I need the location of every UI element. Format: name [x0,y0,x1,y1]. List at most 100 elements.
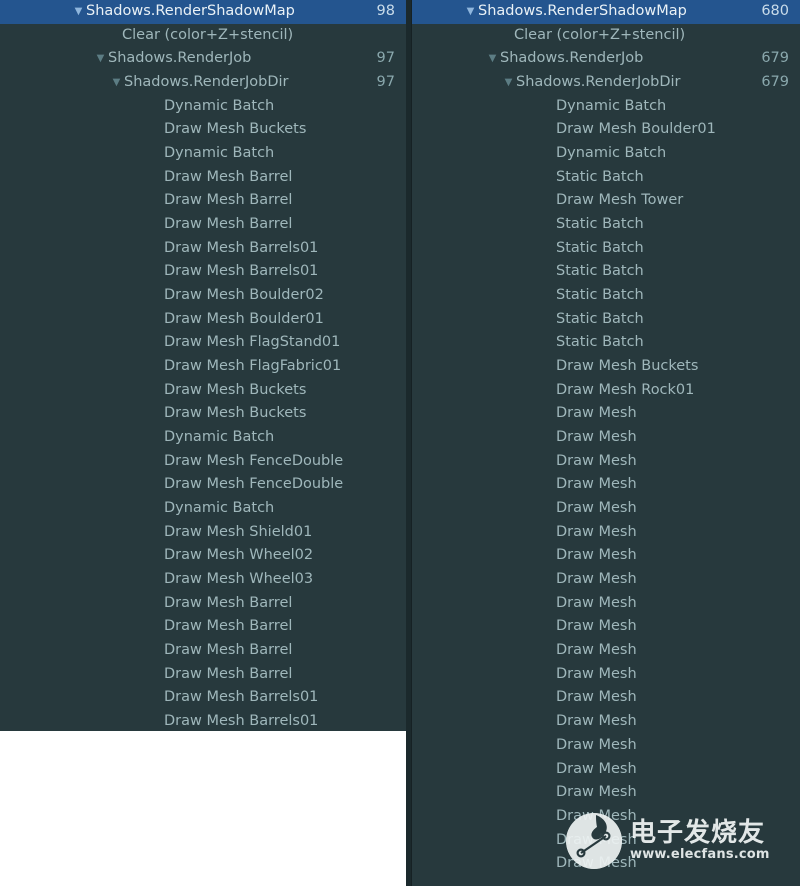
tree-row-label: Draw Mesh Wheel02 [164,547,314,564]
tree-row[interactable]: Draw Mesh [412,639,800,663]
chevron-down-icon[interactable]: ▼ [464,0,477,24]
tree-row[interactable]: Draw Mesh [412,568,800,592]
tree-row[interactable]: Draw Mesh Wheel02 [0,544,406,568]
tree-row[interactable]: Draw Mesh FenceDouble [0,473,406,497]
tree-row[interactable]: Draw Mesh Rock01 [412,379,800,403]
tree-row-label: Draw Mesh Tower [556,192,684,209]
tree-row[interactable]: Clear (color+Z+stencil) [0,24,406,48]
tree-row[interactable]: Draw Mesh Barrels01 [0,260,406,284]
tree-row[interactable]: Dynamic Batch [412,95,800,119]
tree-row[interactable]: Draw Mesh Tower [412,189,800,213]
tree-row-label: Static Batch [556,239,644,256]
tree-row[interactable]: Draw Mesh Barrel [0,166,406,190]
tree-row[interactable]: Dynamic Batch [412,142,800,166]
tree-row-label: Draw Mesh [556,689,637,706]
tree-row[interactable]: Draw Mesh Boulder02 [0,284,406,308]
tree-row[interactable]: Draw Mesh FlagStand01 [0,331,406,355]
tree-row-label: Draw Mesh Barrels01 [164,713,319,730]
tree-row[interactable]: Static Batch [412,284,800,308]
tree-row[interactable]: Static Batch [412,237,800,261]
tree-row[interactable]: Draw Mesh Barrel [0,615,406,639]
tree-row[interactable]: Draw Mesh [412,592,800,616]
tree-row-label: Draw Mesh Boulder01 [556,121,716,138]
tree-row[interactable]: Draw Mesh Barrel [0,639,406,663]
chevron-down-icon[interactable]: ▼ [486,47,499,71]
tree-row[interactable]: Draw Mesh Wheel03 [0,568,406,592]
tree-row-label: Draw Mesh Buckets [556,358,699,375]
tree-row[interactable]: Draw Mesh [412,663,800,687]
tree-row[interactable]: ▼ Shadows.RenderJob 97 [0,47,406,71]
tree-row[interactable]: Draw Mesh [412,544,800,568]
tree-row[interactable]: ▼ Shadows.RenderShadowMap 680 [412,0,800,24]
tree-row[interactable]: Static Batch [412,331,800,355]
tree-row[interactable]: Draw Mesh Shield01 [0,521,406,545]
tree-row[interactable]: Draw Mesh [412,686,800,710]
tree-row[interactable]: Dynamic Batch [0,95,406,119]
tree-row[interactable]: Draw Mesh Buckets [0,402,406,426]
chevron-down-icon[interactable]: ▼ [502,71,515,95]
chevron-down-icon[interactable]: ▼ [72,0,85,24]
tree-row[interactable]: Draw Mesh [412,497,800,521]
left-profiler-panel[interactable]: ▼ Shadows.RenderShadowMap 98 Clear (color+Z… [0,0,406,731]
tree-row[interactable]: ▼ Shadows.RenderJob 679 [412,47,800,71]
chevron-down-icon[interactable]: ▼ [110,71,123,95]
tree-row-label: Shadows.RenderJob [108,50,252,67]
tree-row[interactable]: Clear (color+Z+stencil) [412,24,800,48]
tree-row-label: Draw Mesh FenceDouble [164,452,344,469]
tree-row[interactable]: Draw Mesh [412,710,800,734]
tree-row[interactable]: Draw Mesh Barrel [0,213,406,237]
tree-row-label: Draw Mesh Barrel [164,665,293,682]
tree-row-label: Dynamic Batch [164,97,275,114]
tree-row[interactable]: Static Batch [412,213,800,237]
tree-row[interactable]: Draw Mesh Barrel [0,189,406,213]
tree-row-label: Draw Mesh [556,405,637,422]
tree-row-label: Draw Mesh Barrel [164,168,293,185]
tree-row[interactable]: Draw Mesh Barrel [0,663,406,687]
tree-row[interactable]: Dynamic Batch [0,426,406,450]
tree-row[interactable]: Draw Mesh Boulder01 [412,118,800,142]
tree-row[interactable]: Draw Mesh Buckets [0,118,406,142]
tree-row[interactable]: Draw Mesh Boulder01 [0,308,406,332]
tree-row[interactable]: Draw Mesh [412,402,800,426]
tree-row-label: Draw Mesh Barrel [164,642,293,659]
tree-row[interactable]: Static Batch [412,166,800,190]
tree-row[interactable]: Dynamic Batch [0,497,406,521]
chevron-down-icon[interactable]: ▼ [94,47,107,71]
tree-row[interactable]: Draw Mesh [412,473,800,497]
tree-row[interactable]: ▼ Shadows.RenderShadowMap 98 [0,0,406,24]
tree-row[interactable]: Draw Mesh Barrels01 [0,686,406,710]
tree-row[interactable]: Draw Mesh FenceDouble [0,450,406,474]
tree-row-label: Draw Mesh Barrel [164,192,293,209]
tree-row[interactable]: Draw Mesh Barrels01 [0,237,406,261]
tree-row[interactable]: Dynamic Batch [0,142,406,166]
tree-row[interactable]: Static Batch [412,308,800,332]
tree-row[interactable]: ▼ Shadows.RenderJobDir 97 [0,71,406,95]
tree-row-label: Draw Mesh Shield01 [164,523,313,540]
tree-row[interactable]: Draw Mesh Buckets [0,379,406,403]
tree-row[interactable]: Draw Mesh Barrels01 [0,710,406,731]
tree-row[interactable]: Draw Mesh [412,758,800,782]
tree-row[interactable]: Draw Mesh FlagFabric01 [0,355,406,379]
right-profiler-panel[interactable]: ▼ Shadows.RenderShadowMap 680 Clear (color+… [412,0,800,886]
tree-row[interactable]: Draw Mesh Buckets [412,355,800,379]
tree-row-label: Draw Mesh Barrel [164,216,293,233]
tree-row[interactable]: Draw Mesh [412,426,800,450]
tree-row[interactable]: Draw Mesh [412,521,800,545]
tree-row[interactable]: Draw Mesh Barrel [0,592,406,616]
tree-row-label: Draw Mesh Barrels01 [164,689,319,706]
tree-row[interactable]: ▼ Shadows.RenderJobDir 679 [412,71,800,95]
tree-row-label: Draw Mesh Barrels01 [164,263,319,280]
tree-row-value: 679 [761,74,789,91]
tree-row-label: Draw Mesh FlagFabric01 [164,358,342,375]
tree-row-label: Draw Mesh [556,713,637,730]
tree-row[interactable]: Draw Mesh [412,734,800,758]
tree-row-label: Draw Mesh [556,500,637,517]
tree-row[interactable]: Draw Mesh [412,450,800,474]
tree-row[interactable]: Draw Mesh [412,781,800,805]
tree-row[interactable]: Draw Mesh [412,615,800,639]
tree-row[interactable]: Static Batch [412,260,800,284]
tree-row-label: Draw Mesh Wheel03 [164,571,314,588]
tree-row-label: Static Batch [556,216,644,233]
tree-row-label: Draw Mesh [556,784,637,801]
right-row-list: ▼ Shadows.RenderShadowMap 680 Clear (color+… [412,0,800,876]
